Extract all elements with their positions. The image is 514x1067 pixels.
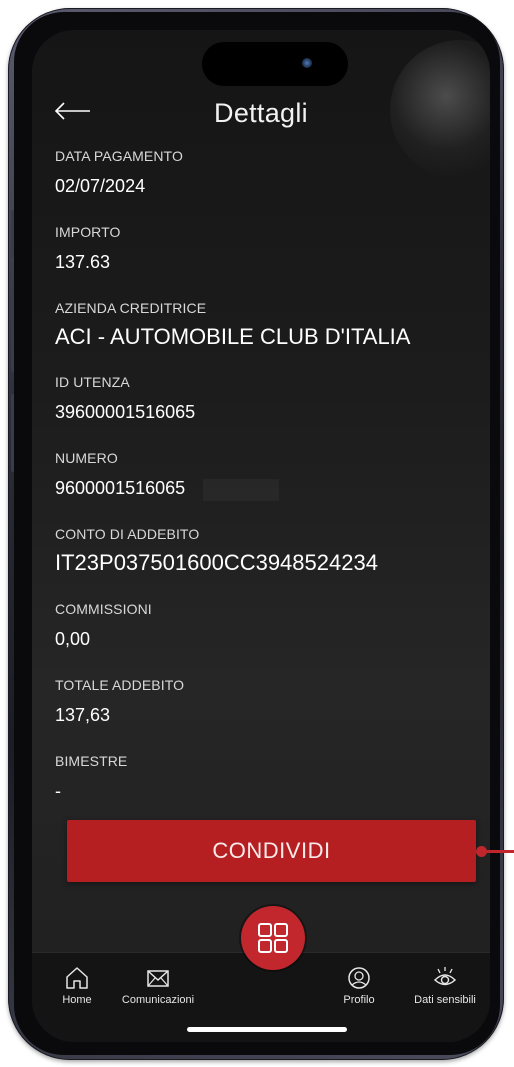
- field-importo: IMPORTO 137.63: [55, 224, 475, 274]
- eye-icon: [433, 967, 457, 986]
- field-bimestre: BIMESTRE -: [55, 753, 475, 803]
- field-label: COMMISSIONI: [55, 601, 152, 617]
- field-label: CONTO DI ADDEBITO: [55, 526, 200, 542]
- tab-home[interactable]: Home: [32, 953, 122, 1017]
- field-value: 137,63: [55, 705, 111, 725]
- field-value: 02/07/2024: [55, 176, 146, 196]
- home-icon: [66, 967, 88, 989]
- field-label: TOTALE ADDEBITO: [55, 677, 185, 693]
- field-value: 0,00: [55, 629, 91, 649]
- field-value: ACI - AUTOMOBILE CLUB D'ITALIA: [55, 324, 411, 349]
- field-value: IT23P037501600CC3948524234: [55, 550, 378, 575]
- app-screen: Dettagli DATA PAGAMENTO 02/07/2024 IMPOR…: [32, 30, 490, 1042]
- tab-dati-sensibili[interactable]: Dati sensibili: [400, 953, 490, 1017]
- field-value: 137.63: [55, 252, 111, 272]
- field-label: ID UTENZA: [55, 374, 130, 390]
- field-conto-di-addebito: CONTO DI ADDEBITO IT23P037501600CC394852…: [55, 526, 475, 575]
- field-label: NUMERO: [55, 450, 118, 466]
- redaction-mark: [203, 479, 279, 501]
- share-button[interactable]: CONDIVIDI: [67, 820, 476, 882]
- camera-icon: [302, 58, 312, 68]
- header: Dettagli: [32, 90, 490, 140]
- field-label: IMPORTO: [55, 224, 121, 240]
- payment-details: DATA PAGAMENTO 02/07/2024 IMPORTO 137.63…: [55, 148, 475, 803]
- annotation-pointer-dot: [476, 846, 487, 857]
- profile-icon: [348, 967, 370, 989]
- field-commissioni: COMMISSIONI 0,00: [55, 601, 475, 651]
- tab-comunicazioni[interactable]: Comunicazioni: [113, 953, 203, 1017]
- tab-label: Home: [62, 994, 92, 1006]
- field-label: BIMESTRE: [55, 753, 128, 769]
- home-indicator[interactable]: [187, 1027, 347, 1032]
- field-azienda-creditrice: AZIENDA CREDITRICE ACI - AUTOMOBILE CLUB…: [55, 300, 475, 349]
- tab-label: Comunicazioni: [121, 994, 195, 1006]
- field-totale-addebito: TOTALE ADDEBITO 137,63: [55, 677, 475, 727]
- field-value: 39600001516065: [55, 402, 196, 422]
- tab-profilo[interactable]: Profilo: [314, 953, 404, 1017]
- menu-fab-button[interactable]: [241, 906, 305, 970]
- page-title: Dettagli: [214, 98, 308, 128]
- tab-label: Profilo: [343, 994, 375, 1006]
- field-id-utenza: ID UTENZA 39600001516065: [55, 374, 475, 424]
- field-numero: NUMERO 9600001516065: [55, 450, 475, 501]
- field-data-pagamento: DATA PAGAMENTO 02/07/2024: [55, 148, 475, 198]
- field-label: DATA PAGAMENTO: [55, 148, 183, 164]
- envelope-icon: [147, 970, 169, 987]
- grid-menu-icon: [258, 923, 288, 953]
- field-value: -: [55, 781, 61, 801]
- field-label: AZIENDA CREDITRICE: [55, 300, 207, 316]
- dynamic-island: [202, 42, 348, 86]
- tab-label: Dati sensibili: [414, 994, 476, 1006]
